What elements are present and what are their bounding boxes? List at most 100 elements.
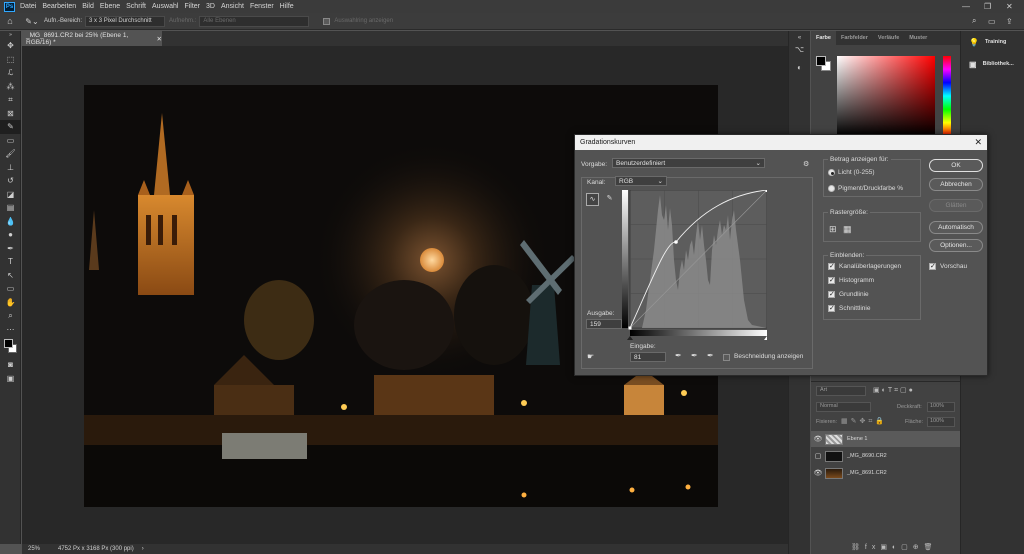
layer-name[interactable]: _MG_8691.CR2 [847,470,887,476]
menu-3d[interactable]: 3D [206,3,215,10]
layer-row[interactable]: 👁 _MG_8691.CR2 [811,465,960,481]
search-icon[interactable]: ⌕ [972,16,976,26]
frame-tool-icon[interactable]: ⊠ [0,107,21,121]
curve-graph[interactable] [622,190,767,340]
on-image-adjust-icon[interactable]: ☛ [587,352,594,361]
intersection-checkbox[interactable] [828,304,835,312]
overlays-checkbox[interactable] [828,262,835,270]
curve-points-tool-icon[interactable]: ∿ [586,193,599,206]
preview-checkbox[interactable] [929,262,936,270]
detailed-grid-icon[interactable]: ▦ [843,224,852,235]
rectangle-tool-icon[interactable]: ▭ [0,282,21,296]
eyedropper-tool-icon[interactable]: ✎ [0,120,21,134]
channel-select[interactable]: RGB ⌄ [615,176,667,186]
menu-hilfe[interactable]: Hilfe [280,3,294,10]
simple-grid-icon[interactable]: ⊞ [829,224,837,235]
menu-ansicht[interactable]: Ansicht [221,3,244,10]
preset-select[interactable]: Benutzerdefiniert ⌄ [612,158,765,168]
panel-color-swatches[interactable] [816,56,831,71]
sample-layers-select[interactable]: Alle Ebenen [199,15,310,27]
layer-name[interactable]: _MG_8690.CR2 [847,453,887,459]
visibility-eye-icon[interactable]: 👁 [811,469,825,477]
dialog-close-icon[interactable]: ✕ [974,137,982,148]
show-overlays-option[interactable]: Kanalüberlagerungen [828,262,901,270]
preset-options-gear-icon[interactable]: ⚙ [803,160,809,168]
options-button[interactable]: Optionen... [929,239,983,252]
document-tab-close-icon[interactable]: ✕ [157,35,162,43]
show-sampling-ring-checkbox[interactable] [323,17,331,25]
status-menu-icon[interactable]: › [142,546,144,552]
libraries-item[interactable]: ▣ Bibliothek... [961,53,1024,75]
ok-button[interactable]: OK [929,159,983,172]
menu-auswahl[interactable]: Auswahl [152,3,178,10]
training-item[interactable]: 💡 Training [961,31,1024,53]
share-icon[interactable]: ⇪ [1006,17,1013,26]
layer-actions-icons[interactable]: ⛓fx▣◐▢⊕🗑 [851,543,938,551]
zoom-level[interactable]: 25% [28,546,58,552]
smooth-button[interactable]: Glätten [929,199,983,212]
menu-bearbeiten[interactable]: Bearbeiten [42,3,76,10]
foreground-color-swatch[interactable] [4,339,13,348]
show-intersection-option[interactable]: Schnittlinie [828,304,870,312]
color-picker-field[interactable] [837,56,935,136]
layer-row[interactable]: 👁 Ebene 1 [811,431,960,447]
layer-filter-icons[interactable]: ▣◐T⌗▢● [873,386,915,395]
marquee-tool-icon[interactable]: ⬚ [0,53,21,67]
strip-grip-icon[interactable]: « [789,31,810,45]
blur-tool-icon[interactable]: 💧 [0,215,21,229]
visibility-toggle-icon[interactable]: ▢ [811,452,825,460]
pen-tool-icon[interactable]: ✒ [0,242,21,256]
tab-farbe[interactable]: Farbe [811,31,836,45]
blend-mode-select[interactable]: Normal [816,402,871,412]
path-selection-tool-icon[interactable]: ↖ [0,269,21,283]
hue-slider[interactable] [943,56,951,136]
brush-tool-icon[interactable]: 🖌 [0,147,21,161]
toolbar-grip-icon[interactable]: » [0,31,21,39]
workspace-icon[interactable]: ▭ [988,17,996,26]
dialog-titlebar[interactable]: Gradationskurven ✕ [575,135,987,150]
dodge-tool-icon[interactable]: ● [0,228,21,242]
home-icon[interactable]: ⌂ [0,16,20,26]
healing-brush-tool-icon[interactable]: ▭ [0,134,21,148]
auto-button[interactable]: Automatisch [929,221,983,234]
eyedropper-tool-preset-icon[interactable]: ✎⌄ [20,17,44,26]
visibility-eye-icon[interactable]: 👁 [811,435,825,443]
menu-fenster[interactable]: Fenster [250,3,274,10]
light-option[interactable]: Licht (0-255) [828,169,875,176]
lock-icons[interactable]: ▦✎✥⌗🔒 [841,417,887,426]
panel-foreground-swatch[interactable] [816,56,826,66]
menu-filter[interactable]: Filter [184,3,200,10]
show-clipping-checkbox[interactable] [723,354,730,361]
opacity-field[interactable]: 100% [927,402,955,412]
restore-icon[interactable]: ❐ [984,2,991,11]
pigment-radio[interactable] [828,185,835,192]
tab-verlaeufe[interactable]: Verläufe [873,31,904,45]
layer-name[interactable]: Ebene 1 [847,436,868,442]
type-tool-icon[interactable]: T [0,255,21,269]
input-field[interactable]: 81 [630,352,666,362]
eraser-tool-icon[interactable]: ◪ [0,188,21,202]
preview-option[interactable]: Vorschau [929,262,967,270]
baseline-checkbox[interactable] [828,290,835,298]
menu-ebene[interactable]: Ebene [100,3,120,10]
white-eyedropper-icon[interactable]: ✒ [707,351,714,360]
histogram-checkbox[interactable] [828,276,835,284]
sample-size-select[interactable]: 3 x 3 Pixel Durchschnitt [85,15,166,27]
light-radio[interactable] [828,169,835,176]
layer-filter-select[interactable]: Art [816,386,866,396]
layer-row[interactable]: ▢ _MG_8690.CR2 [811,448,960,464]
gray-eyedropper-icon[interactable]: ✒ [691,351,698,360]
curve-pencil-tool-icon[interactable]: ✎ [603,193,616,206]
menu-datei[interactable]: Datei [20,3,36,10]
history-brush-tool-icon[interactable]: ↺ [0,174,21,188]
menu-bild[interactable]: Bild [82,3,94,10]
minimize-icon[interactable]: — [962,2,970,11]
gradient-tool-icon[interactable]: ▤ [0,201,21,215]
clone-stamp-tool-icon[interactable]: ⊥ [0,161,21,175]
magic-wand-tool-icon[interactable]: ⁂ [0,80,21,94]
document-tab[interactable]: _MG_8691.CR2 bei 25% (Ebene 1, RGB/16) *… [22,31,162,46]
cancel-button[interactable]: Abbrechen [929,178,983,191]
crop-tool-icon[interactable]: ⌗ [0,93,21,107]
show-histogram-option[interactable]: Histogramm [828,276,874,284]
move-tool-icon[interactable]: ✥ [0,39,21,53]
